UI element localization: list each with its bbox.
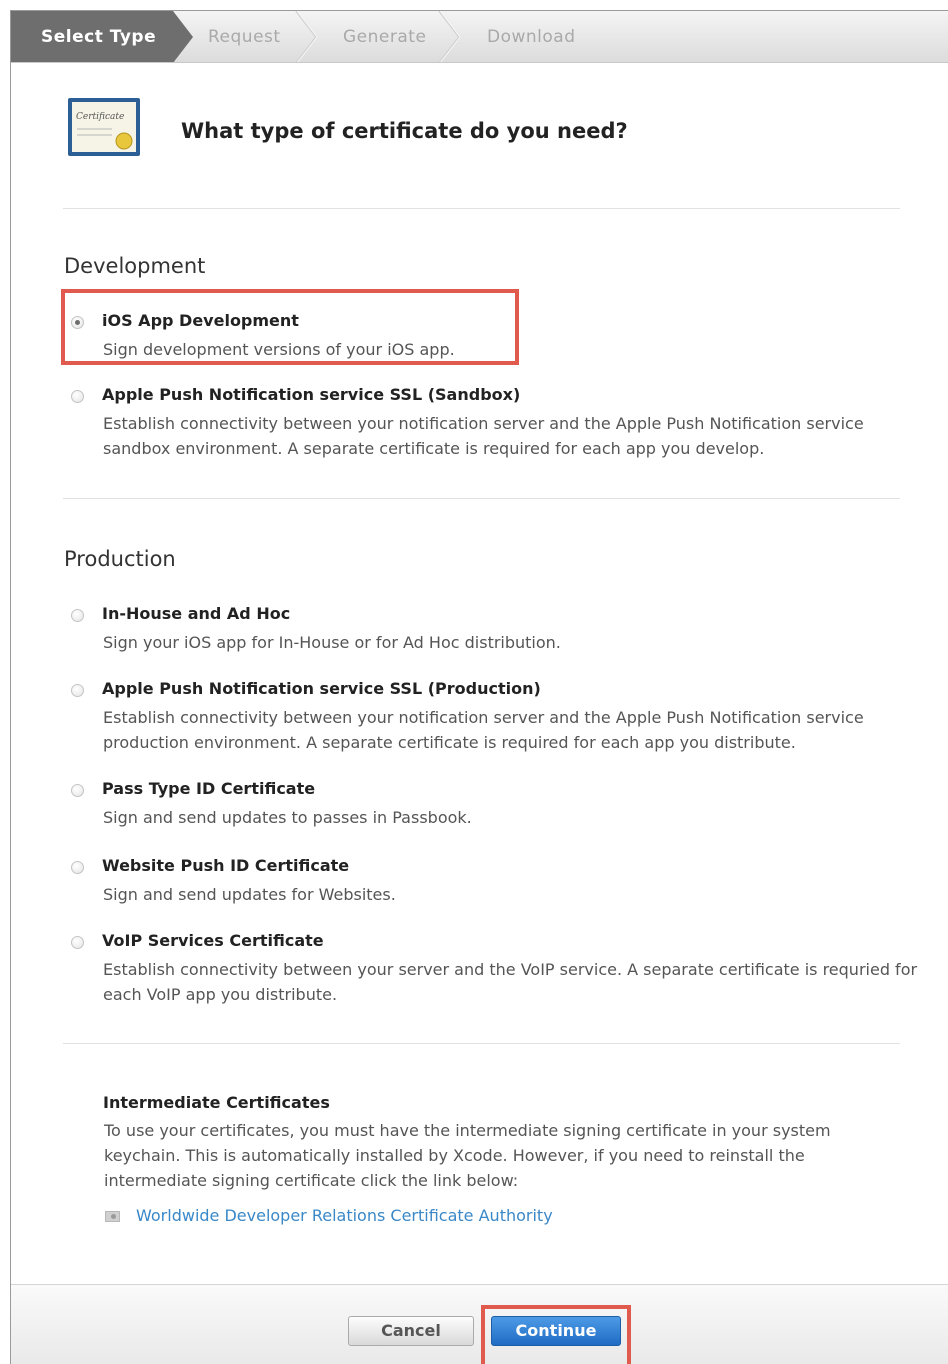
option-description: Establish connectivity between your noti…: [103, 708, 864, 752]
certificate-wizard: Select Type Request Generate Download Ce…: [10, 10, 948, 1364]
option-description: Sign your iOS app for In-House or for Ad…: [103, 633, 561, 652]
step-select-type: Select Type: [41, 27, 157, 47]
option-title: Pass Type ID Certificate: [102, 779, 316, 798]
wwdr-certificate-link[interactable]: Worldwide Developer Relations Certificat…: [136, 1206, 553, 1225]
footer-bar: Cancel Continue: [11, 1284, 948, 1364]
step-bar: Select Type Request Generate Download: [11, 11, 948, 63]
option-website-push-id[interactable]: Website Push ID Certificate Sign and sen…: [71, 856, 921, 906]
option-voip-services[interactable]: VoIP Services Certificate Establish conn…: [71, 931, 921, 1007]
option-pass-type-id[interactable]: Pass Type ID Certificate Sign and send u…: [71, 779, 921, 829]
radio-button[interactable]: [71, 609, 84, 622]
radio-button[interactable]: [71, 861, 84, 874]
divider: [63, 498, 900, 499]
step-request: Request: [208, 27, 281, 47]
step-download: Download: [487, 27, 576, 47]
option-description: Establish connectivity between your noti…: [103, 414, 864, 458]
option-description: Establish connectivity between your serv…: [103, 960, 918, 1004]
option-description: Sign and send updates to passes in Passb…: [103, 808, 472, 827]
radio-button[interactable]: [71, 684, 84, 697]
section-title-production: Production: [64, 547, 176, 571]
section-title-development: Development: [64, 254, 206, 278]
certificate-file-icon: [105, 1211, 120, 1222]
radio-button[interactable]: [71, 936, 84, 949]
certificate-icon: Certificate: [68, 98, 140, 156]
intermediate-certificates-text: To use your certificates, you must have …: [104, 1121, 831, 1190]
highlight-box: [61, 289, 519, 365]
divider: [63, 1043, 900, 1044]
option-title: In-House and Ad Hoc: [102, 604, 291, 623]
page-title: What type of certificate do you need?: [181, 119, 628, 143]
radio-button[interactable]: [71, 390, 84, 403]
option-in-house-ad-hoc[interactable]: In-House and Ad Hoc Sign your iOS app fo…: [71, 604, 921, 654]
highlight-box: [481, 1305, 631, 1364]
option-apns-sandbox[interactable]: Apple Push Notification service SSL (San…: [71, 385, 921, 461]
step-generate: Generate: [343, 27, 427, 47]
cancel-button[interactable]: Cancel: [348, 1316, 474, 1346]
option-title: Apple Push Notification service SSL (Pro…: [102, 679, 541, 698]
divider: [63, 208, 900, 209]
intermediate-certificates-title: Intermediate Certificates: [103, 1093, 330, 1112]
radio-button[interactable]: [71, 784, 84, 797]
option-description: Sign and send updates for Websites.: [103, 885, 396, 904]
certificate-icon-text: Certificate: [76, 112, 124, 122]
option-title: Website Push ID Certificate: [102, 856, 350, 875]
option-apns-production[interactable]: Apple Push Notification service SSL (Pro…: [71, 679, 921, 755]
option-title: VoIP Services Certificate: [102, 931, 324, 950]
option-title: Apple Push Notification service SSL (San…: [102, 385, 521, 404]
